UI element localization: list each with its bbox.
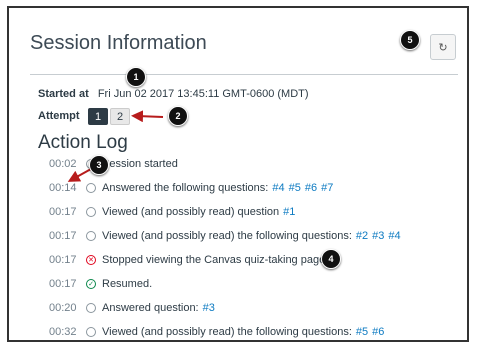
callout-badge-4: 4 xyxy=(321,249,341,269)
callout-badge-5: 5 xyxy=(400,30,420,50)
callout-arrows xyxy=(67,110,164,182)
arrow-to-attempt xyxy=(131,110,164,123)
callout-badge-1: 1 xyxy=(126,67,146,87)
callout-badge-3: 3 xyxy=(89,155,109,175)
arrow-to-log xyxy=(67,168,92,182)
callout-badge-2: 2 xyxy=(168,106,188,126)
session-panel: Session Information ↻ Started at Fri Jun… xyxy=(7,6,469,342)
